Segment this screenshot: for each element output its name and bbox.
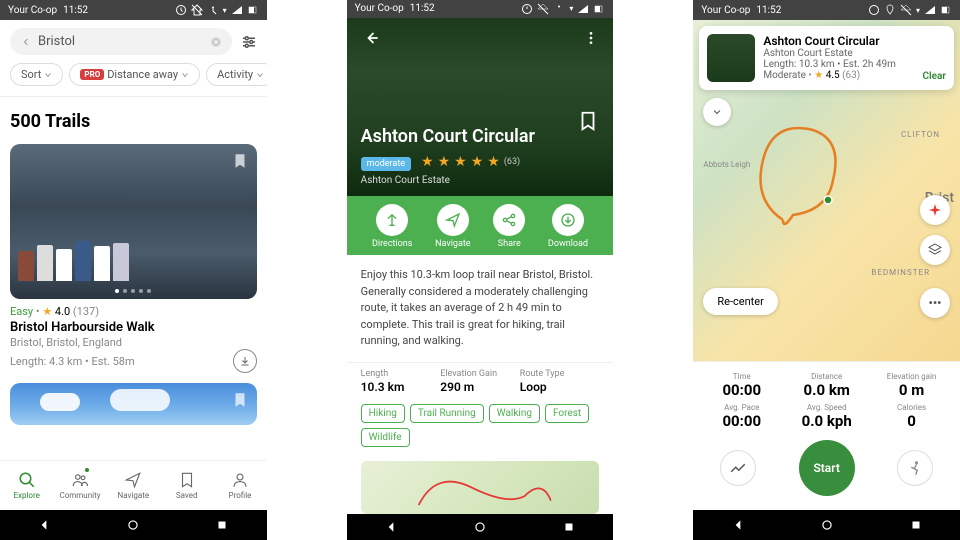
tab-explore[interactable]: Explore: [0, 461, 53, 510]
more-button[interactable]: [583, 30, 599, 50]
map-view[interactable]: Ashton Court Circular Ashton Court Estat…: [693, 20, 960, 361]
info-stats: Length: 10.3 km • Est. 2h 49m: [763, 59, 914, 70]
review-count: (137): [73, 305, 99, 318]
page-title: 500 Trails: [0, 97, 267, 144]
bottom-tabs: Explore Community Navigate Saved Profile: [0, 460, 267, 510]
directions-button[interactable]: Directions: [372, 204, 412, 249]
filter-icon[interactable]: [240, 33, 258, 51]
nav-stats-panel: Time00:00 Distance0.0 km Elevation gain0…: [693, 361, 960, 510]
chevron-down-icon: [181, 71, 189, 79]
trail-image: [10, 144, 257, 299]
elevation-button[interactable]: [720, 450, 756, 486]
android-nav-bar: [693, 510, 960, 540]
trail-info-card[interactable]: Ashton Court Circular Ashton Court Estat…: [699, 26, 954, 90]
tag[interactable]: Hiking: [361, 404, 405, 423]
chevron-down-icon: [44, 71, 52, 79]
clear-button[interactable]: Clear: [923, 71, 947, 82]
recenter-button[interactable]: Re-center: [703, 288, 777, 315]
rating-value: 4.0: [55, 305, 70, 318]
back-icon[interactable]: [384, 520, 398, 534]
route-map[interactable]: [361, 461, 600, 514]
trail-description: Enjoy this 10.3-km loop trail near Brist…: [347, 255, 614, 362]
download-button[interactable]: [233, 349, 257, 373]
home-icon[interactable]: [126, 518, 140, 532]
tab-profile[interactable]: Profile: [213, 461, 266, 510]
gps-button[interactable]: [920, 195, 950, 225]
trail-stats: Length: 4.3 km • Est. 58m: [10, 355, 135, 368]
tab-community[interactable]: Community: [53, 461, 106, 510]
layers-button[interactable]: [920, 235, 950, 265]
trail-name: Bristol Harbourside Walk: [10, 320, 257, 335]
status-bar: Your Co-op11:52 ▾: [347, 0, 614, 18]
search-input[interactable]: [38, 34, 204, 49]
filter-chips: Sort PRODistance away Activity Dif: [0, 63, 267, 96]
collapse-button[interactable]: [703, 98, 731, 126]
rating: ★★★★★ (63): [421, 154, 520, 170]
recent-icon[interactable]: [909, 518, 923, 532]
distance-chip[interactable]: PRODistance away: [69, 63, 200, 86]
sort-chip[interactable]: Sort: [10, 63, 63, 86]
bookmark-icon[interactable]: [577, 110, 599, 136]
info-title: Ashton Court Circular: [763, 34, 914, 48]
back-button[interactable]: [361, 28, 381, 52]
activity-chip[interactable]: Activity: [206, 63, 267, 86]
share-button[interactable]: Share: [493, 204, 525, 249]
search-row: [0, 20, 267, 63]
difficulty-badge: moderate: [361, 157, 411, 171]
hero-image: Ashton Court Circular moderate ★★★★★ (63…: [347, 18, 614, 197]
tag[interactable]: Trail Running: [410, 404, 484, 423]
status-bar: Your Co-op11:52 ▾: [0, 0, 267, 20]
chevron-down-icon: [256, 71, 264, 79]
tag[interactable]: Walking: [489, 404, 540, 423]
route-overlay: [733, 100, 873, 240]
recent-icon[interactable]: [562, 520, 576, 534]
trail-image: [10, 383, 257, 425]
difficulty-label: Easy: [10, 305, 33, 318]
trail-thumbnail: [707, 34, 755, 82]
android-nav-bar: [347, 514, 614, 540]
recent-icon[interactable]: [215, 518, 229, 532]
tag-row: Hiking Trail Running Walking Forest Wild…: [347, 404, 614, 457]
back-arrow-icon: [20, 36, 32, 48]
trail-location: Bristol, Bristol, England: [10, 336, 257, 349]
start-button[interactable]: Start: [799, 440, 855, 496]
map-icon[interactable]: [266, 33, 267, 51]
activity-button[interactable]: [897, 450, 933, 486]
trail-stats: Length10.3 km Elevation Gain290 m Route …: [347, 363, 614, 404]
status-bar: Your Co-op11:52 ▾: [693, 0, 960, 20]
search-box[interactable]: [10, 28, 232, 55]
back-icon[interactable]: [37, 518, 51, 532]
tab-saved[interactable]: Saved: [160, 461, 213, 510]
home-icon[interactable]: [820, 518, 834, 532]
trail-card[interactable]: Easy • ★ 4.0 (137) Bristol Harbourside W…: [10, 144, 257, 373]
navigate-screen: Your Co-op11:52 ▾ Ashton Court Circular …: [693, 0, 960, 540]
tag[interactable]: Wildlife: [361, 428, 410, 447]
action-bar: Directions Navigate Share Download: [347, 196, 614, 255]
more-button[interactable]: •••: [920, 288, 950, 318]
bookmark-icon[interactable]: [231, 152, 249, 174]
detail-screen: Your Co-op11:52 ▾ Ashton Court Circular …: [347, 0, 614, 540]
bookmark-icon[interactable]: [231, 391, 249, 413]
clear-icon[interactable]: [210, 36, 222, 48]
home-icon[interactable]: [473, 520, 487, 534]
star-icon: ★: [42, 305, 52, 318]
tab-navigate[interactable]: Navigate: [107, 461, 160, 510]
navigate-button[interactable]: Navigate: [435, 204, 470, 249]
trail-subtitle: Ashton Court Estate: [361, 175, 600, 186]
download-button[interactable]: Download: [548, 204, 588, 249]
info-subtitle: Ashton Court Estate: [763, 48, 914, 59]
tag[interactable]: Forest: [545, 404, 589, 423]
back-icon[interactable]: [731, 518, 745, 532]
trail-card[interactable]: [10, 383, 257, 425]
trail-title: Ashton Court Circular: [361, 126, 600, 147]
android-nav-bar: [0, 510, 267, 540]
explore-screen: Your Co-op11:52 ▾ Sort PRODistance away …: [0, 0, 267, 540]
